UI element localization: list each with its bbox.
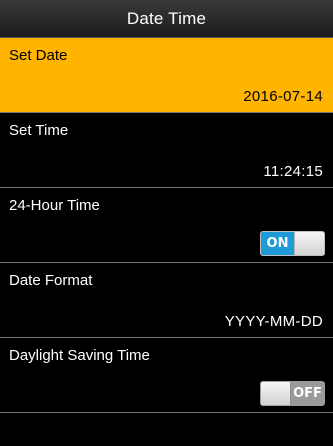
date-format-value: YYYY-MM-DD (224, 313, 323, 330)
settings-menu: Set Date 2016-07-14 Set Time 11:24:15 24… (0, 38, 333, 413)
date-value: 2016-07-14 (243, 88, 323, 105)
menu-item-date-format[interactable]: Date Format YYYY-MM-DD (0, 263, 333, 338)
time-value: 11:24:15 (263, 163, 323, 180)
menu-item-label: Set Time (9, 122, 69, 139)
menu-item-set-time[interactable]: Set Time 11:24:15 (0, 113, 333, 188)
menu-item-label: 24-Hour Time (9, 197, 100, 214)
24-hour-toggle[interactable]: ON (260, 231, 325, 256)
daylight-saving-toggle[interactable]: OFF (260, 381, 325, 406)
menu-item-label: Daylight Saving Time (9, 347, 150, 364)
toggle-knob (294, 232, 324, 255)
title-bar: Date Time (0, 0, 333, 38)
menu-item-set-date[interactable]: Set Date 2016-07-14 (0, 38, 333, 113)
date-time-screen: Date Time Set Date 2016-07-14 Set Time 1… (0, 0, 333, 446)
toggle-state-label: ON (261, 232, 294, 255)
menu-item-label: Set Date (9, 47, 68, 64)
toggle-state-label: OFF (291, 382, 324, 405)
menu-item-24-hour-time[interactable]: 24-Hour Time ON (0, 188, 333, 263)
toggle-knob (261, 382, 291, 405)
menu-item-label: Date Format (9, 272, 93, 289)
page-title: Date Time (126, 8, 207, 28)
menu-item-daylight-saving-time[interactable]: Daylight Saving Time OFF (0, 338, 333, 413)
